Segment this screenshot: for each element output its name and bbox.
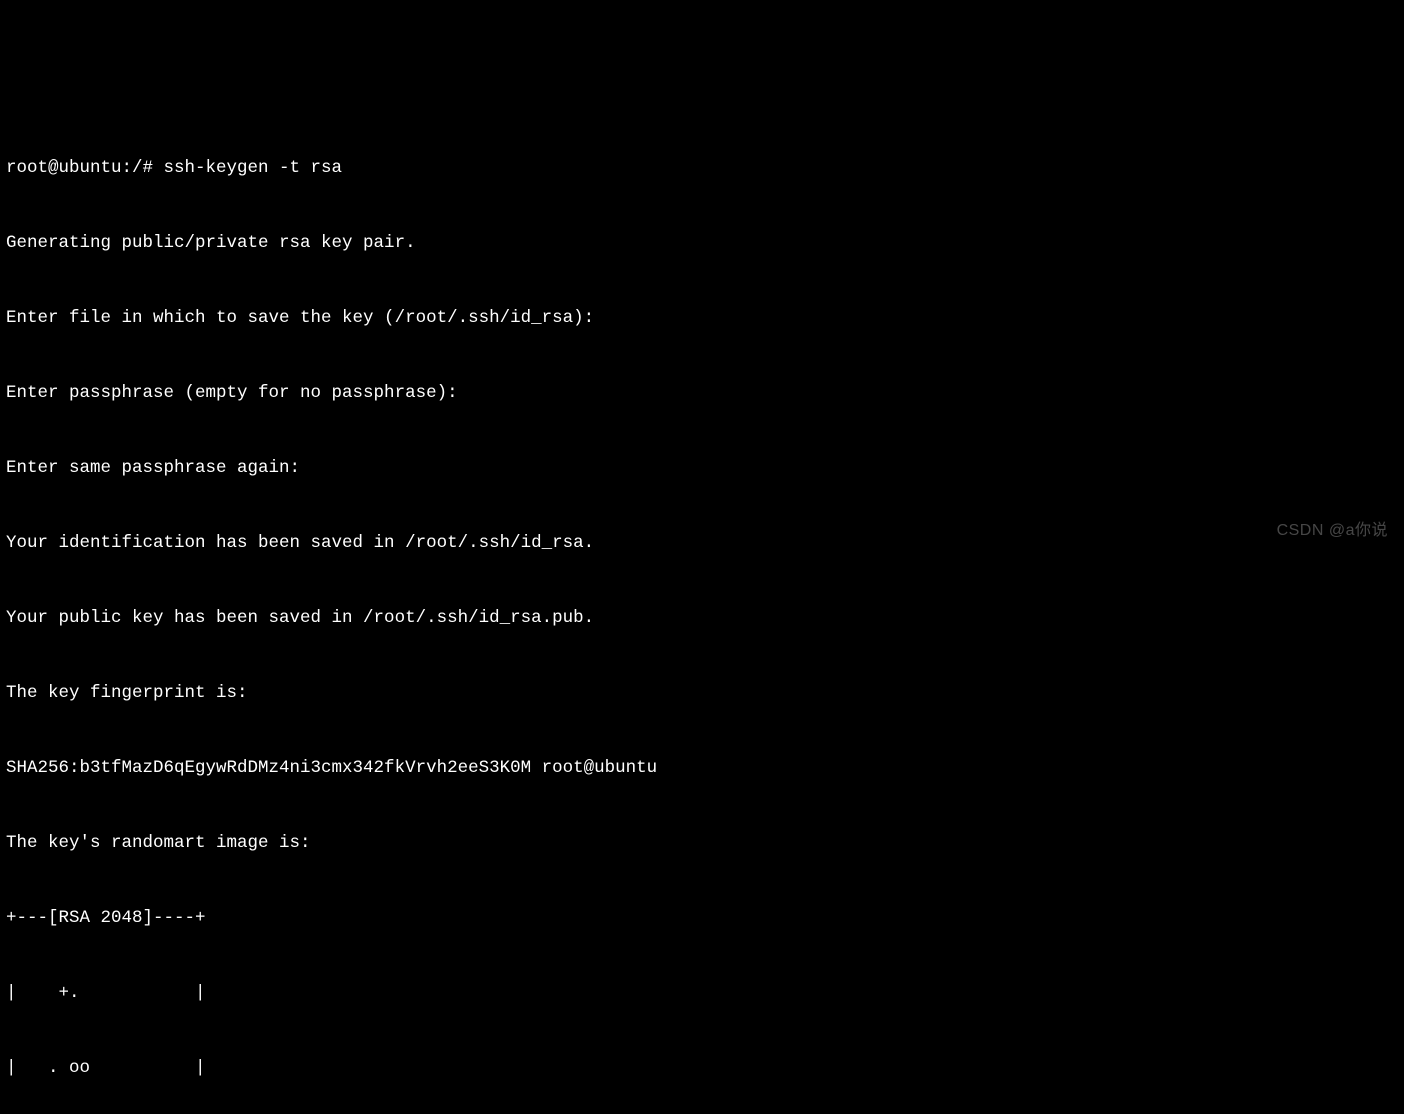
- terminal-output[interactable]: root@ubuntu:/# ssh-keygen -t rsa Generat…: [6, 106, 1398, 1114]
- output-line: Enter file in which to save the key (/ro…: [6, 306, 1398, 331]
- randomart-line: +---[RSA 2048]----+: [6, 906, 1398, 931]
- command-line-1: root@ubuntu:/# ssh-keygen -t rsa: [6, 156, 1398, 181]
- output-line: Generating public/private rsa key pair.: [6, 231, 1398, 256]
- output-line: SHA256:b3tfMazD6qEgywRdDMz4ni3cmx342fkVr…: [6, 756, 1398, 781]
- output-line: Your identification has been saved in /r…: [6, 531, 1398, 556]
- randomart-line: | . oo |: [6, 1056, 1398, 1081]
- watermark-text: CSDN @a你说: [1277, 518, 1388, 543]
- output-line: Enter passphrase (empty for no passphras…: [6, 381, 1398, 406]
- output-line: Your public key has been saved in /root/…: [6, 606, 1398, 631]
- randomart-line: | +. |: [6, 981, 1398, 1006]
- output-line: The key's randomart image is:: [6, 831, 1398, 856]
- output-line: The key fingerprint is:: [6, 681, 1398, 706]
- output-line: Enter same passphrase again:: [6, 456, 1398, 481]
- shell-prompt: root@ubuntu:/#: [6, 158, 164, 178]
- command-text: ssh-keygen -t rsa: [164, 158, 343, 178]
